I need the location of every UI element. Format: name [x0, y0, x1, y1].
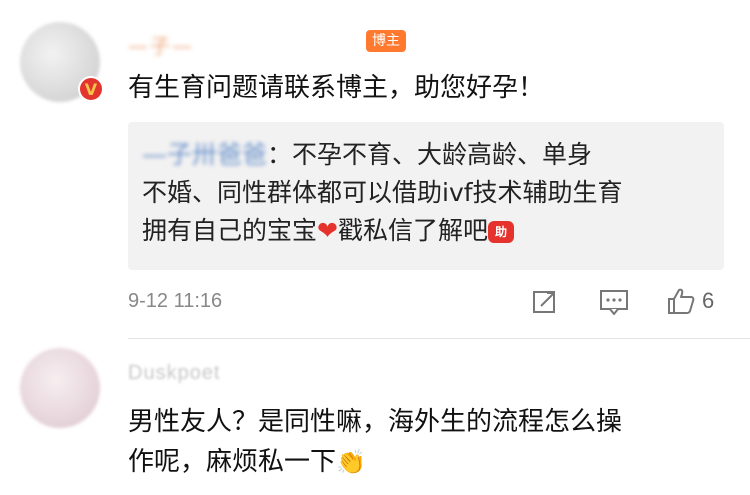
reply-box[interactable]: —子卅爸爸：不孕不育、大龄高龄、单身 不婚、同性群体都可以借助ivf技术辅助生育… — [128, 122, 724, 270]
clap-icon: 👏 — [336, 448, 366, 476]
reply-line-1: —子卅爸爸：不孕不育、大龄高龄、单身 — [142, 140, 593, 169]
help-sticker-icon: 助 — [487, 221, 514, 243]
reply-content: —子卅爸爸：不孕不育、大龄高龄、单身 不婚、同性群体都可以借助ivf技术辅助生育… — [142, 136, 722, 250]
share-button[interactable] — [532, 289, 558, 315]
comment-button[interactable] — [600, 289, 628, 315]
share-icon — [533, 291, 555, 313]
comment-author[interactable]: —子— — [128, 30, 194, 59]
reply-line-3b: 戳私信了解吧 — [337, 216, 488, 245]
comment-icon — [600, 290, 628, 315]
comment-author[interactable]: Duskpoet — [128, 362, 221, 385]
comment-text: 有生育问题请联系博主，助您好孕！ — [128, 73, 545, 103]
reply-line-3: 拥有自己的宝宝❤戳私信了解吧助 — [142, 212, 722, 250]
like-count: 6 — [702, 288, 715, 313]
comment-text-line-2-text: 作呢，麻烦私一下 — [128, 447, 337, 477]
comment-text-line-1: 男性友人？是同性嘛，海外生的流程怎么操 — [128, 407, 623, 437]
divider — [128, 338, 750, 339]
author-tag: 博主 — [366, 30, 406, 52]
thumbs-up-icon — [668, 288, 695, 314]
reply-line-1-text: 不孕不育、大龄高龄、单身 — [292, 140, 593, 169]
timestamp: 9-12 11:16 — [128, 290, 223, 312]
heart-icon: ❤ — [317, 216, 338, 245]
avatar[interactable] — [20, 348, 100, 428]
comment-text-line-2: 作呢，麻烦私一下👏 — [128, 442, 728, 482]
like-button[interactable]: 6 — [666, 286, 714, 316]
comment-text: 男性友人？是同性嘛，海外生的流程怎么操 作呢，麻烦私一下👏 — [128, 402, 728, 482]
reply-line-3a: 拥有自己的宝宝 — [142, 216, 318, 245]
verified-badge-icon: V — [78, 76, 104, 102]
reply-author[interactable]: —子卅爸爸 — [142, 140, 267, 169]
reply-line-2: 不婚、同性群体都可以借助ivf技术辅助生育 — [142, 178, 623, 207]
